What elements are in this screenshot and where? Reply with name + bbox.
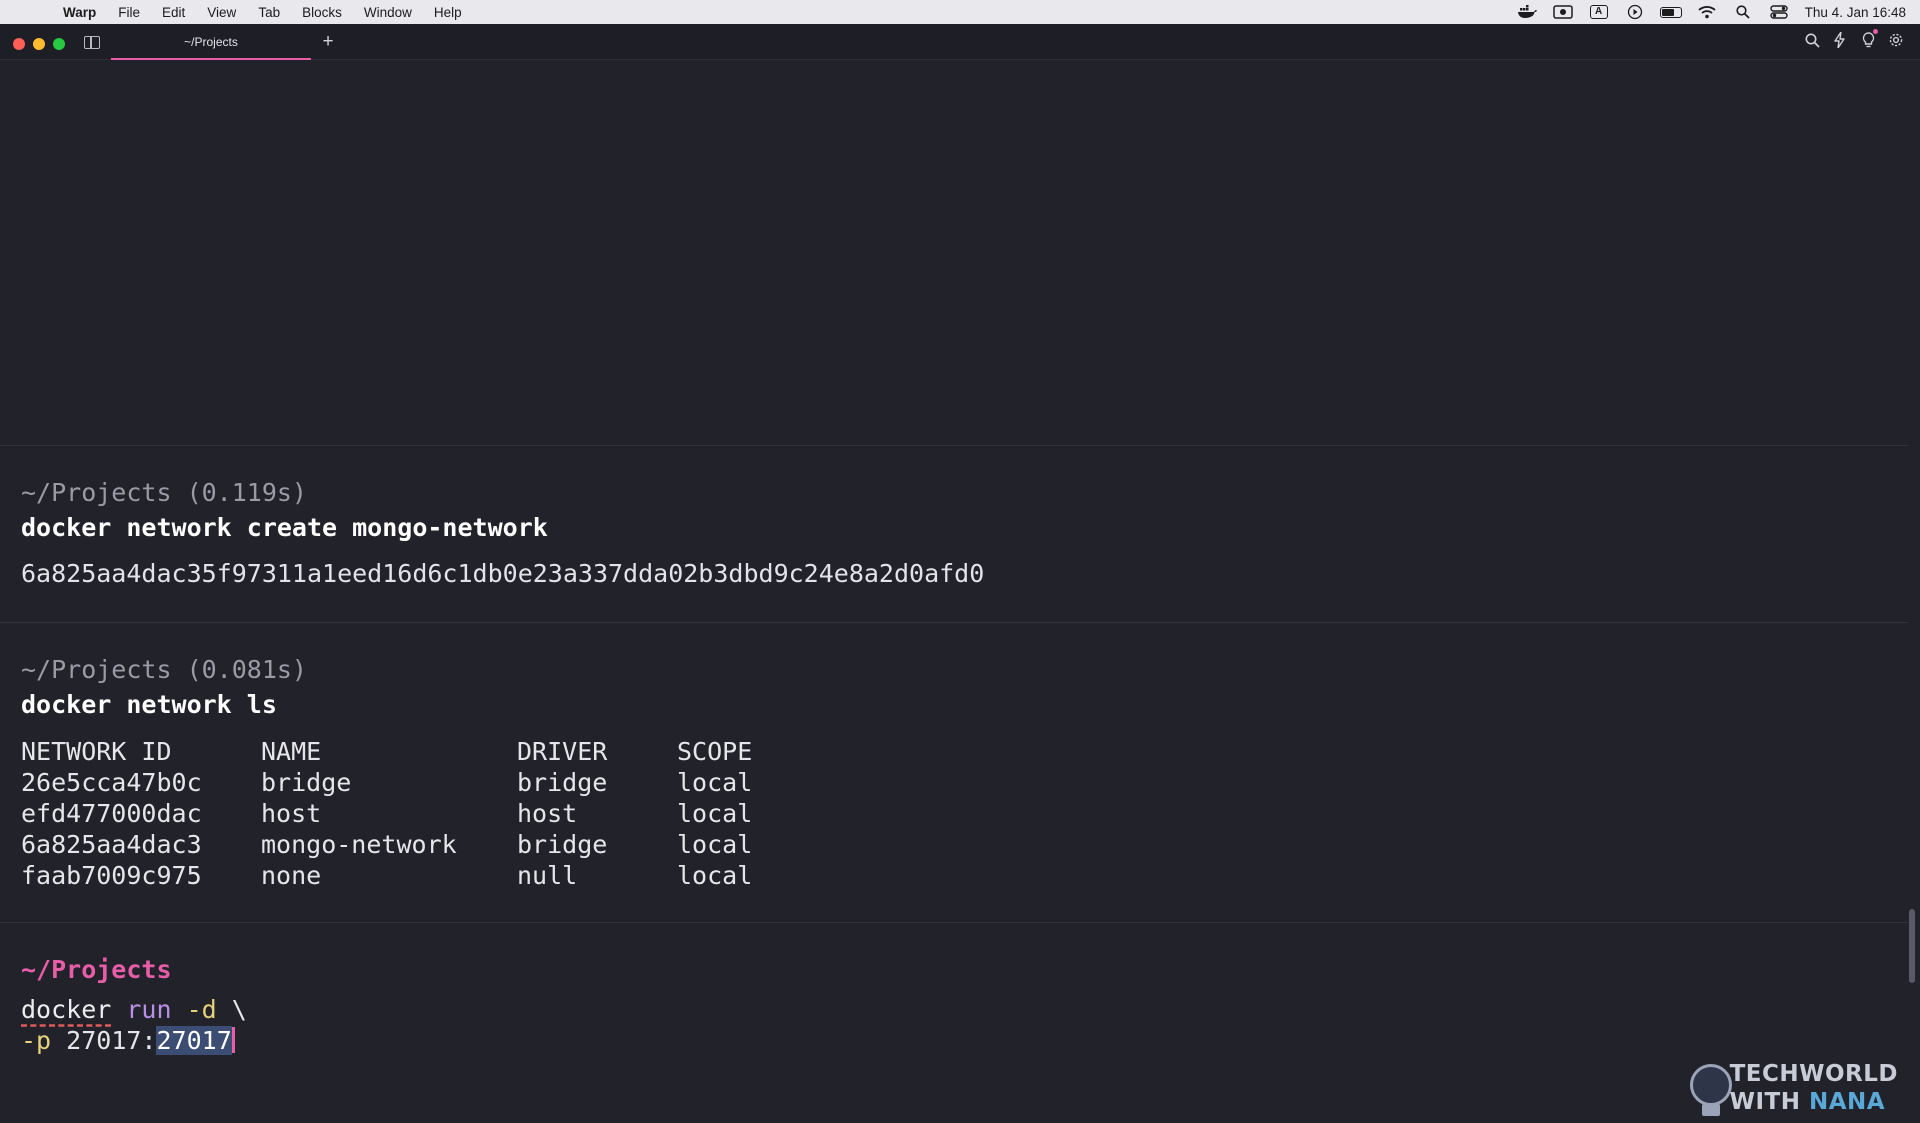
menu-bar: Warp File Edit View Tab Blocks Window He…	[0, 0, 1920, 24]
table-cell: 26e5cca47b0c	[21, 768, 202, 797]
menu-tab[interactable]: Tab	[247, 5, 291, 20]
table-cell: 6a825aa4dac3	[21, 830, 202, 859]
table-header-row: NETWORK ID NAME DRIVER SCOPE	[21, 736, 752, 767]
input-token-port-prefix: 27017:	[66, 1026, 157, 1055]
block-divider	[0, 922, 1908, 923]
table-cell: bridge	[517, 830, 608, 859]
wifi-icon[interactable]	[1689, 5, 1725, 19]
techworld-watermark-logo: TECHWORLD WITH NANA	[1688, 1053, 1898, 1123]
table-row: efd477000dac host host local	[21, 798, 752, 829]
table-cell: faab7009c975	[21, 861, 202, 890]
window-tab-bar: ~/Projects +	[0, 24, 1920, 60]
block-divider	[0, 445, 1908, 446]
input-token-command: docker	[21, 995, 112, 1024]
table-cell: local	[677, 799, 753, 828]
input-line-1[interactable]: docker run -d \	[21, 995, 247, 1025]
lightbulb-logo-icon	[1688, 1058, 1732, 1118]
table-cell: local	[677, 830, 753, 859]
table-header: NAME	[261, 737, 322, 766]
new-tab-button[interactable]: +	[318, 24, 338, 60]
table-cell: bridge	[261, 768, 352, 797]
watermark-line-2: WITH NANA	[1729, 1089, 1886, 1115]
input-token-continuation: \	[231, 995, 247, 1024]
menu-help[interactable]: Help	[423, 5, 473, 20]
block-meta: ~/Projects (0.081s)	[21, 655, 307, 684]
table-cell: bridge	[517, 768, 608, 797]
lightning-icon[interactable]	[1826, 31, 1854, 52]
menubar-clock[interactable]: Thu 4. Jan 16:48	[1797, 5, 1906, 20]
menu-view[interactable]: View	[196, 5, 247, 20]
lightbulb-icon[interactable]	[1854, 29, 1882, 52]
settings-icon[interactable]	[1882, 32, 1910, 52]
menu-blocks[interactable]: Blocks	[291, 5, 353, 20]
table-row: 26e5cca47b0c bridge bridge local	[21, 767, 752, 798]
block-command: docker network ls	[21, 690, 277, 719]
spotlight-search-icon[interactable]	[1725, 5, 1761, 19]
watermark-text: TECHWORLD WITH NANA	[1730, 1060, 1898, 1116]
table-header: DRIVER	[517, 737, 608, 766]
selected-text[interactable]: 27017	[156, 1026, 232, 1055]
input-line-2[interactable]: -p 27017:27017	[21, 1026, 235, 1056]
scrollbar-thumb[interactable]	[1909, 909, 1915, 983]
menu-edit[interactable]: Edit	[151, 5, 196, 20]
terminal-area[interactable]: ~/Projects (0.119s) docker network creat…	[0, 61, 1920, 1116]
menu-window[interactable]: Window	[353, 5, 423, 20]
block-divider	[0, 622, 1908, 623]
table-cell: local	[677, 861, 753, 890]
block-output: 6a825aa4dac35f97311a1eed16d6c1db0e23a337…	[21, 559, 985, 588]
table-row: 6a825aa4dac3 mongo-network bridge local	[21, 829, 752, 860]
table-cell: none	[261, 861, 322, 890]
play-icon[interactable]	[1617, 4, 1653, 20]
input-token-keyword: run	[126, 995, 172, 1024]
maximize-window-button[interactable]	[53, 38, 65, 50]
table-row: faab7009c975 none null local	[21, 860, 752, 891]
control-center-icon[interactable]	[1761, 5, 1797, 19]
close-window-button[interactable]	[13, 38, 25, 50]
table-cell: host	[261, 799, 322, 828]
menu-file[interactable]: File	[107, 5, 151, 20]
prompt-directory: ~/Projects	[21, 955, 172, 984]
window-toolbar	[1798, 24, 1910, 60]
tab-projects[interactable]: ~/Projects	[111, 24, 311, 60]
sidebar-toggle-icon[interactable]	[84, 36, 100, 49]
watermark-line-1: TECHWORLD	[1729, 1061, 1898, 1087]
table-header: NETWORK ID	[21, 737, 172, 766]
search-icon[interactable]	[1798, 33, 1826, 52]
text-cursor	[231, 1027, 235, 1053]
battery-icon[interactable]	[1653, 6, 1689, 18]
block-meta: ~/Projects (0.119s)	[21, 478, 307, 507]
minimize-window-button[interactable]	[33, 38, 45, 50]
table-cell: host	[517, 799, 578, 828]
status-area: A Thu 4. Jan 16:48	[1509, 0, 1920, 24]
table-cell: efd477000dac	[21, 799, 202, 828]
block-command: docker network create mongo-network	[21, 513, 548, 542]
input-token-flag: -p	[21, 1026, 52, 1055]
docker-icon[interactable]	[1509, 5, 1545, 19]
table-cell: local	[677, 768, 753, 797]
menu-app-name[interactable]: Warp	[52, 5, 107, 20]
table-cell: null	[517, 861, 578, 890]
input-token-flag: -d	[186, 995, 217, 1024]
table-cell: mongo-network	[261, 830, 457, 859]
notification-dot	[1873, 29, 1878, 34]
screen-record-icon[interactable]	[1545, 5, 1581, 19]
keyboard-input-icon[interactable]: A	[1581, 5, 1617, 19]
input-source-label: A	[1589, 5, 1608, 19]
table-header: SCOPE	[677, 737, 753, 766]
